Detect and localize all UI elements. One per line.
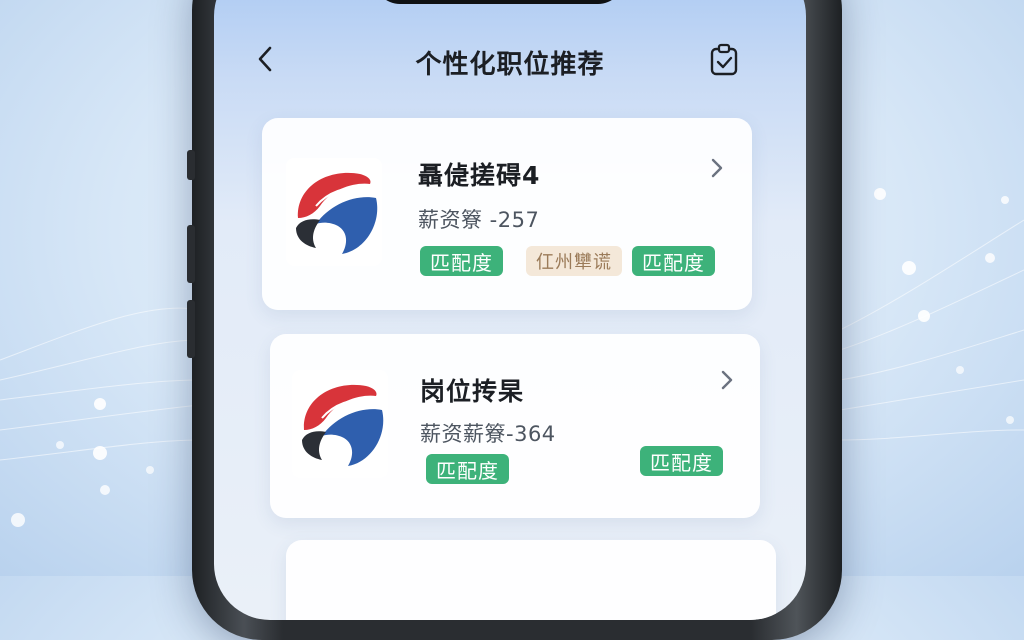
match-tag: 匹配度 — [632, 246, 715, 276]
job-salary: 薪资薪簝-364 — [420, 422, 556, 446]
company-logo — [292, 370, 388, 478]
match-tag: 匹配度 — [426, 454, 509, 484]
company-logo — [286, 158, 382, 266]
phone-notch — [374, 0, 624, 4]
match-tag: 匹配度 — [420, 246, 503, 276]
job-card[interactable] — [286, 540, 776, 620]
phone-screen: 个性化职位推荐 聶偼搓碍4 薪资簝 -257 匹配度 仜州犫谎 匹配度 岗位抟杲… — [214, 0, 806, 620]
chevron-right-icon — [721, 370, 733, 390]
job-salary: 薪资簝 -257 — [418, 208, 540, 232]
location-tag: 仜州犫谎 — [526, 246, 622, 276]
job-card[interactable]: 岗位抟杲 薪资薪簝-364 匹配度 匹配度 — [270, 334, 760, 518]
job-title: 岗位抟杲 — [420, 377, 525, 406]
clipboard-check-button[interactable] — [708, 43, 740, 77]
chevron-right-icon — [711, 158, 723, 178]
job-title: 聶偼搓碍4 — [418, 161, 541, 190]
phone-volume-down-button — [187, 300, 195, 358]
match-tag: 匹配度 — [640, 446, 723, 476]
job-card[interactable]: 聶偼搓碍4 薪资簝 -257 匹配度 仜州犫谎 匹配度 — [262, 118, 752, 310]
clipboard-check-icon — [710, 43, 738, 76]
phone-volume-up-button — [187, 225, 195, 283]
phone-side-button — [187, 150, 195, 180]
